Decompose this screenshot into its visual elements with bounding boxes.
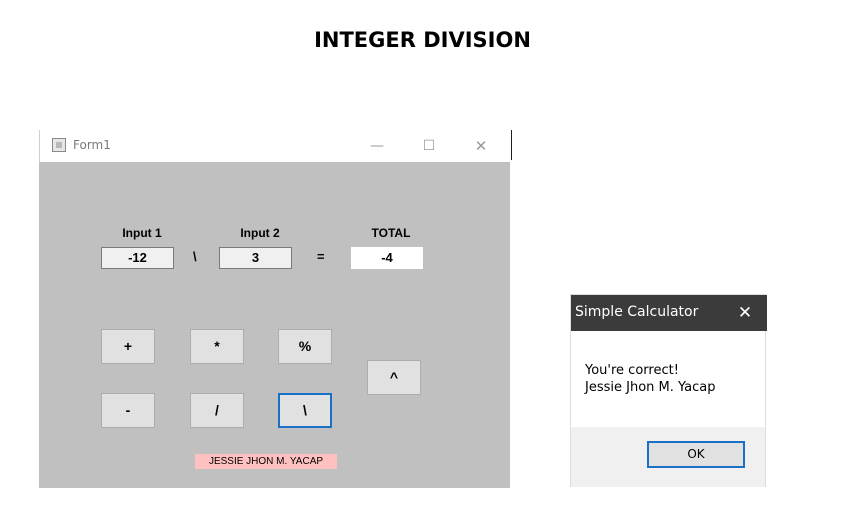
multiply-button[interactable]: * (190, 329, 244, 364)
form1-window: Form1 — ☐ ✕ Input 1 Input 2 TOTAL -12 \ … (39, 130, 512, 488)
close-button[interactable]: ✕ (466, 134, 496, 158)
input2-label: Input 2 (240, 226, 280, 240)
form-title-bar[interactable]: Form1 — ☐ ✕ (39, 130, 511, 162)
input2-field[interactable]: 3 (219, 247, 292, 269)
add-button[interactable]: + (101, 329, 155, 364)
equals-sign: = (317, 249, 325, 264)
app-icon (52, 138, 66, 152)
form-title: Form1 (73, 138, 111, 152)
modulus-button[interactable]: % (278, 329, 332, 364)
ok-button[interactable]: OK (647, 441, 745, 468)
total-field[interactable]: -4 (351, 247, 423, 269)
operator-sign: \ (193, 249, 197, 264)
message-title: Simple Calculator (575, 304, 699, 320)
divide-button[interactable]: / (190, 393, 244, 428)
message-box: Simple Calculator ✕ You're correct! Jess… (570, 294, 767, 487)
message-line-1: You're correct! (585, 363, 679, 378)
input1-label: Input 1 (122, 226, 162, 240)
message-title-bar[interactable]: Simple Calculator ✕ (571, 295, 767, 331)
maximize-button[interactable]: ☐ (414, 134, 444, 158)
close-icon[interactable]: ✕ (733, 301, 757, 325)
power-button[interactable]: ^ (367, 360, 421, 395)
page-heading: INTEGER DIVISION (314, 28, 531, 52)
minimize-button[interactable]: — (362, 134, 392, 158)
message-footer: OK (571, 427, 765, 487)
author-label: JESSIE JHON M. YACAP (195, 454, 337, 469)
subtract-button[interactable]: - (101, 393, 155, 428)
integer-divide-button[interactable]: \ (278, 393, 332, 428)
total-label: TOTAL (371, 226, 411, 240)
input1-field[interactable]: -12 (101, 247, 174, 269)
message-line-2: Jessie Jhon M. Yacap (585, 380, 716, 395)
